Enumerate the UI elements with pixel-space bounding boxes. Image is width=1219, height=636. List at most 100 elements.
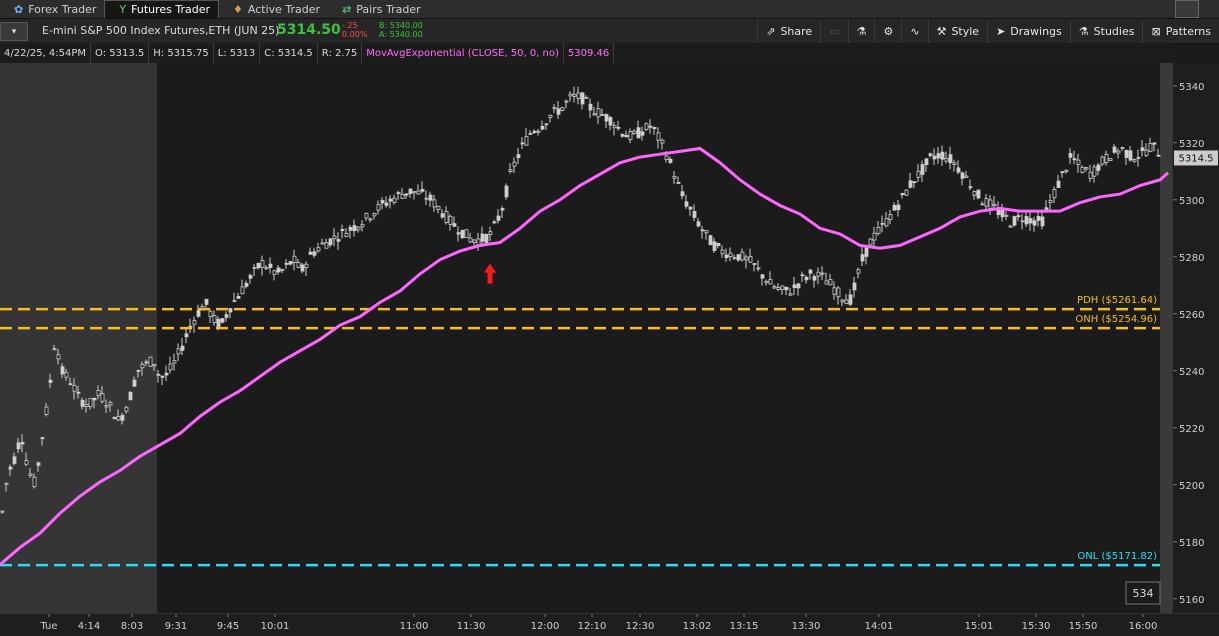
candle-body [620,133,625,137]
candle-body [668,158,673,163]
x-tick-label: 12:30 [626,621,655,632]
candle-body [452,223,457,227]
candle-body [324,242,329,249]
window-button[interactable] [1175,0,1199,18]
candle-body [184,333,189,338]
x-tick-label: 11:00 [400,621,429,632]
candle-body [284,262,289,265]
forex-icon: ✿ [14,2,24,16]
candle-body [848,294,853,305]
chart-type-button[interactable]: ∿ [901,19,927,43]
candle-body [1024,216,1029,225]
candle-body [752,263,757,265]
candle-body [896,204,901,211]
time-axis[interactable]: Tue 4:14 8:03 9:31 9:45 10:01 11:00 11:30 12:00 1… [0,613,1219,636]
candle-body [96,390,101,396]
candle-body [840,299,845,303]
candle-body [108,402,113,406]
candle-body [572,93,577,97]
patterns-button[interactable]: ⊠ Patterns [1142,19,1219,43]
candle-body [404,193,409,196]
price-chart[interactable]: PDH ($5261.64) ONH ($5254.96) ONL ($5171.8… [0,63,1172,613]
link-button[interactable]: ▭ [820,19,847,43]
candle-body [928,153,933,156]
candle-body [808,269,813,274]
extended-hours-shade [0,63,157,613]
level-label: ONH ($5254.96) [1075,314,1157,325]
candle-body [500,208,505,211]
candle-body [408,188,413,194]
candle-body [956,167,961,173]
share-button[interactable]: ⇗ Share [757,19,820,43]
change-value: -.25 [342,21,358,30]
tab-futures-trader[interactable]: Y Futures Trader [104,0,220,18]
candle-body [316,247,321,252]
candle-body [1156,154,1161,157]
candle-body [816,271,821,277]
candle-body [260,260,265,268]
candle-body [704,230,709,234]
candle-body [1136,157,1141,159]
candle-body [680,191,685,197]
studies-label: Studies [1093,24,1135,38]
tab-forex-trader[interactable]: ✿ Forex Trader [0,0,104,18]
drawings-button[interactable]: ➤ Drawings [987,19,1070,43]
candle-body [832,287,837,295]
candle-body [168,363,173,371]
candle-body [948,154,953,164]
tab-active-trader[interactable]: ♦ Active Trader [219,0,328,18]
candle-body [384,202,389,206]
tab-pairs-trader[interactable]: ⇄ Pairs Trader [328,0,429,18]
candle-body [824,280,829,285]
candle-body [112,416,117,420]
price-axis[interactable]: 5340 5320 5300 5280 5260 5240 5220 5200 5180 5160… [1172,63,1219,613]
candle-body [520,142,525,145]
candle-body [528,133,533,135]
bar-open: O: 5313.5 [91,43,150,63]
candle-body [740,251,745,261]
y-tick-label: 5260 [1179,310,1204,321]
candle-body [600,114,605,116]
ma-study-label[interactable]: MovAvgExponential (CLOSE, 50, 0, no) [362,43,564,63]
candle-body [308,251,313,255]
bar-close: C: 5314.5 [260,43,318,63]
studies-icon: ⚗ [1078,24,1089,38]
settings-button[interactable]: ⚙ [874,19,901,43]
candle-body [720,249,725,255]
candle-body [524,136,529,146]
candle-body [1108,158,1113,162]
candle-body [1092,166,1097,177]
candle-body [916,170,921,178]
chevron-down-icon: ▾ [11,26,17,37]
bar-high: H: 5315.75 [149,43,214,63]
candle-body [588,103,593,111]
candle-body [1140,147,1145,151]
candle-body [140,364,145,369]
candle-body [340,229,345,231]
candle-body [240,286,245,295]
candle-body [100,393,105,402]
tab-label: Forex Trader [28,2,97,16]
candle-body [360,224,365,228]
candle-body [228,308,233,313]
flask-button[interactable]: ⚗ [847,19,875,43]
candle-body [412,191,417,194]
studies-button[interactable]: ⚗ Studies [1069,19,1143,43]
candle-body [456,232,461,235]
candle-body [336,239,341,242]
candle-body [0,510,5,513]
candle-body [300,264,305,272]
y-tick-label: 5340 [1179,82,1204,93]
candle-body [1036,215,1041,221]
candle-body [72,385,77,392]
style-button[interactable]: ⚒ Style [927,19,988,43]
candle-body [516,154,521,159]
candle-body [1064,169,1069,172]
candle-body [144,361,149,364]
candle-body [176,348,181,355]
candle-body [420,188,425,192]
y-tick-label: 5320 [1179,139,1204,150]
candle-body [504,185,509,198]
x-tick-label: 8:03 [121,621,143,632]
symbol-menu-button[interactable]: ▾ [0,22,28,41]
